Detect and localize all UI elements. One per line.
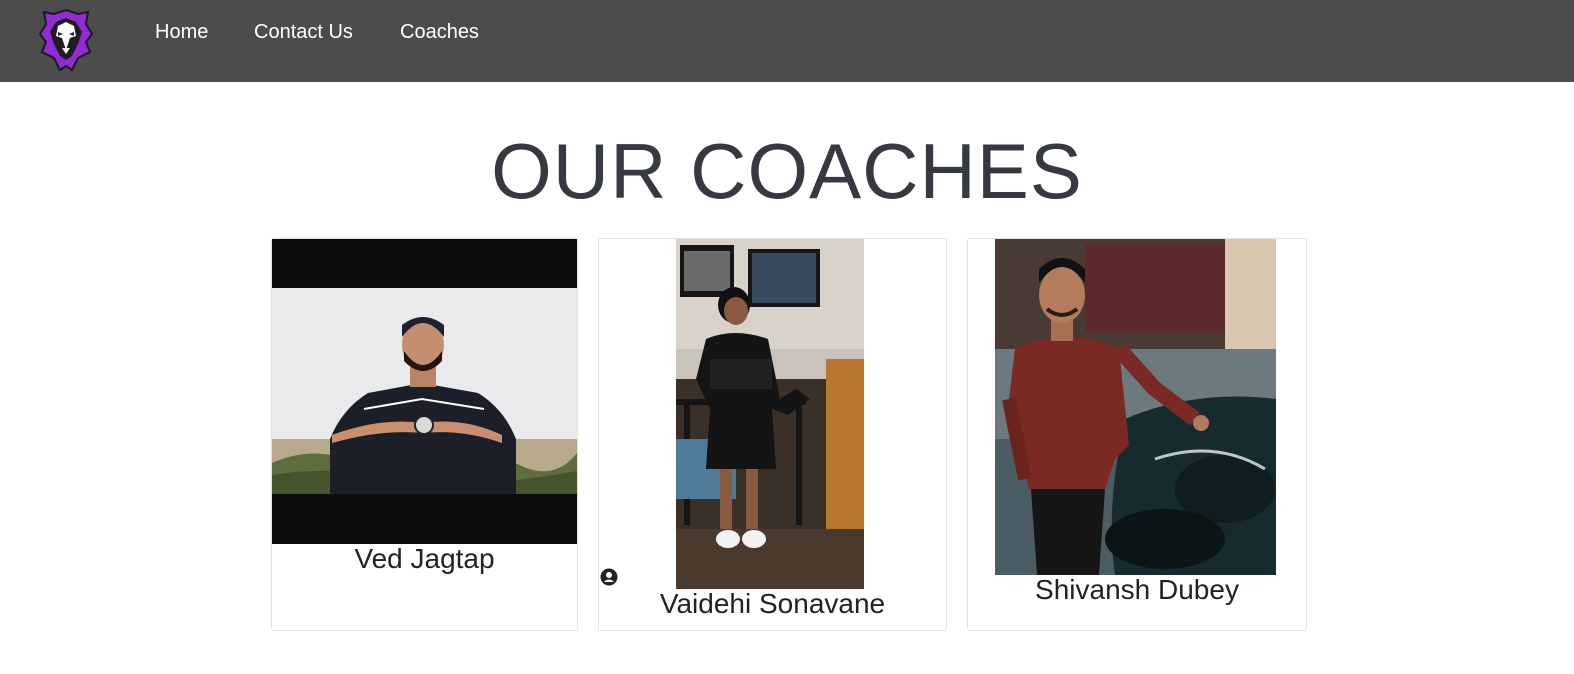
coach-name: Ved Jagtap: [354, 543, 495, 574]
nav-link-home[interactable]: Home: [155, 20, 208, 44]
nav-link-contact-us[interactable]: Contact Us: [254, 20, 353, 44]
page-title: OUR COACHES: [491, 127, 1083, 215]
man-with-motorcycle-photo: [995, 239, 1276, 575]
coach-card: Shivansh Dubey: [967, 238, 1307, 631]
man-making-heart-hands-photo: [272, 239, 577, 544]
coach-name: Vaidehi Sonavane: [659, 588, 886, 619]
lion-head-logo-icon[interactable]: [38, 8, 94, 72]
nav-link-coaches[interactable]: Coaches: [400, 20, 479, 44]
woman-on-staircase-photo: [676, 239, 864, 589]
user-profile-icon[interactable]: [600, 568, 618, 586]
coach-card: Ved Jagtap: [271, 238, 578, 631]
top-navbar: Home Contact Us Coaches: [0, 0, 1574, 82]
coach-name: Shivansh Dubey: [1035, 574, 1239, 605]
coach-card: Vaidehi Sonavane: [598, 238, 947, 631]
